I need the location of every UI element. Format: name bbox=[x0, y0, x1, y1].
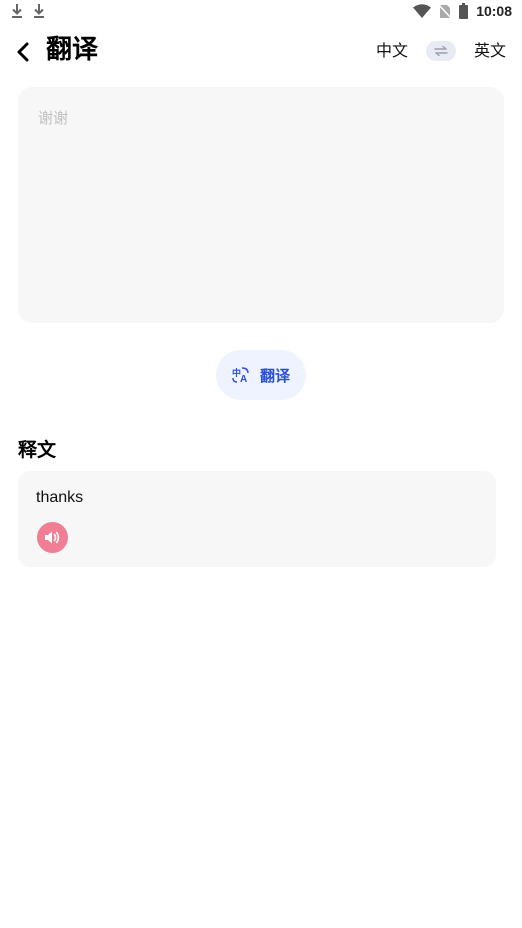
status-time: 10:08 bbox=[476, 3, 512, 19]
download-icon bbox=[32, 3, 46, 19]
translate-button-label: 翻译 bbox=[259, 366, 290, 385]
chevron-left-icon bbox=[12, 38, 36, 66]
result-title: 释文 bbox=[18, 439, 57, 461]
source-text-box bbox=[18, 87, 504, 323]
status-system: 10:08 bbox=[413, 3, 512, 19]
translate-icon: 中 A bbox=[232, 367, 250, 383]
page-title: 翻译 bbox=[46, 35, 99, 65]
result-text: thanks bbox=[36, 489, 84, 506]
header: 翻译 中文 英文 bbox=[0, 30, 522, 76]
result-card: thanks bbox=[18, 471, 496, 567]
status-notifications bbox=[10, 3, 46, 19]
source-language-button[interactable]: 中文 bbox=[376, 38, 408, 64]
source-text-input[interactable] bbox=[38, 107, 484, 303]
battery-icon bbox=[459, 3, 469, 19]
swap-icon bbox=[434, 46, 448, 56]
status-bar: 10:08 bbox=[0, 0, 522, 24]
svg-text:A: A bbox=[240, 374, 247, 383]
target-language-button[interactable]: 英文 bbox=[474, 38, 506, 64]
back-button[interactable] bbox=[12, 38, 36, 66]
translate-button[interactable]: 中 A 翻译 bbox=[216, 350, 306, 400]
wifi-icon bbox=[413, 4, 432, 18]
download-icon bbox=[10, 3, 24, 19]
swap-language-button[interactable] bbox=[425, 41, 456, 61]
no-sim-icon bbox=[439, 3, 452, 19]
speaker-icon bbox=[44, 530, 61, 545]
speak-button[interactable] bbox=[37, 522, 68, 553]
language-selector: 中文 英文 bbox=[376, 38, 506, 64]
